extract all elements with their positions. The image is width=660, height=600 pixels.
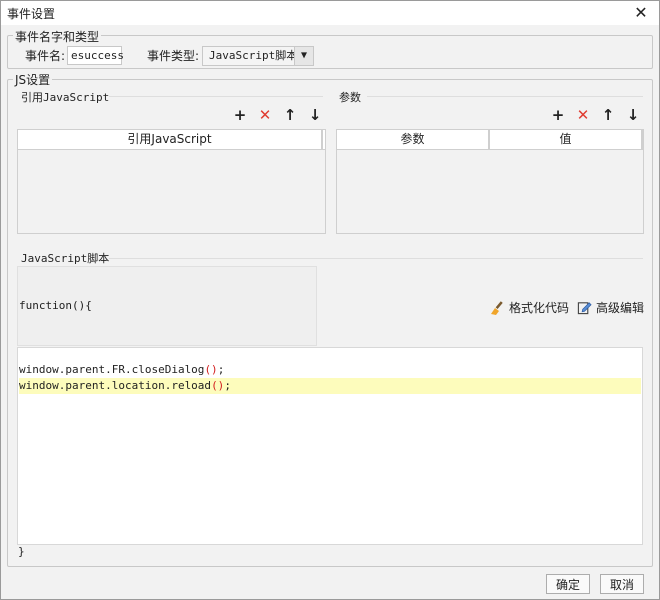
event-name-label: 事件名: [25, 49, 66, 63]
param-delete-icon[interactable]: ✕ [574, 106, 592, 124]
ref-move-down-icon[interactable]: ↓ [306, 106, 324, 124]
function-close: } [18, 545, 25, 558]
script-divider [109, 258, 643, 259]
event-name-input[interactable]: esuccess [67, 46, 124, 65]
event-settings-dialog: 事件设置 ✕ 事件名字和类型 事件名: esuccess 事件类型: JavaS… [0, 0, 660, 600]
code-line-current: window.parent.location.reload(); [19, 378, 641, 394]
title-bar: 事件设置 ✕ [1, 1, 659, 25]
format-code-label: 格式化代码 [509, 301, 570, 315]
event-type-select[interactable]: JavaScript脚本 ▼ [202, 46, 314, 66]
dialog-title: 事件设置 [7, 7, 56, 21]
edit-icon [577, 302, 592, 315]
advanced-edit-label: 高级编辑 [596, 301, 645, 315]
params-table[interactable]: 参数 值 [336, 129, 644, 234]
advanced-edit-button[interactable]: 高级编辑 [577, 299, 644, 316]
code-line: window.parent.FR.closeDialog(); [19, 363, 225, 376]
param-add-icon[interactable]: + [549, 106, 567, 124]
script-title: JavaScript脚本 [21, 252, 110, 265]
function-open: function(){ [19, 299, 92, 312]
ref-js-column-header[interactable]: 引用JavaScript [18, 130, 323, 149]
event-type-value: JavaScript脚本 [209, 49, 298, 62]
ref-js-divider [109, 96, 323, 97]
value-column-header[interactable]: 值 [490, 130, 643, 149]
params-divider [367, 96, 643, 97]
param-move-up-icon[interactable]: ↑ [599, 106, 617, 124]
format-code-button[interactable]: 格式化代码 [489, 299, 569, 316]
param-move-down-icon[interactable]: ↓ [624, 106, 642, 124]
name-type-legend: 事件名字和类型 [13, 28, 102, 45]
param-column-header[interactable]: 参数 [337, 130, 490, 149]
params-title: 参数 [339, 91, 361, 104]
ref-delete-icon[interactable]: ✕ [256, 106, 274, 124]
chevron-down-icon[interactable]: ▼ [294, 47, 313, 65]
ref-move-up-icon[interactable]: ↑ [281, 106, 299, 124]
event-type-label: 事件类型: [147, 49, 200, 63]
close-icon[interactable]: ✕ [631, 3, 651, 23]
js-settings-legend: JS设置 [13, 71, 53, 88]
ref-js-title: 引用JavaScript [21, 91, 110, 104]
script-editor[interactable]: window.parent.FR.closeDialog(); window.p… [17, 347, 643, 545]
ref-add-icon[interactable]: + [231, 106, 249, 124]
cancel-button[interactable]: 取消 [600, 574, 644, 594]
broom-icon [491, 300, 503, 315]
ok-button[interactable]: 确定 [546, 574, 590, 594]
function-header: function(){ [17, 266, 317, 346]
ref-js-table[interactable]: 引用JavaScript [17, 129, 326, 234]
params-table-header: 参数 值 [337, 130, 643, 150]
ref-js-table-header: 引用JavaScript [18, 130, 325, 150]
